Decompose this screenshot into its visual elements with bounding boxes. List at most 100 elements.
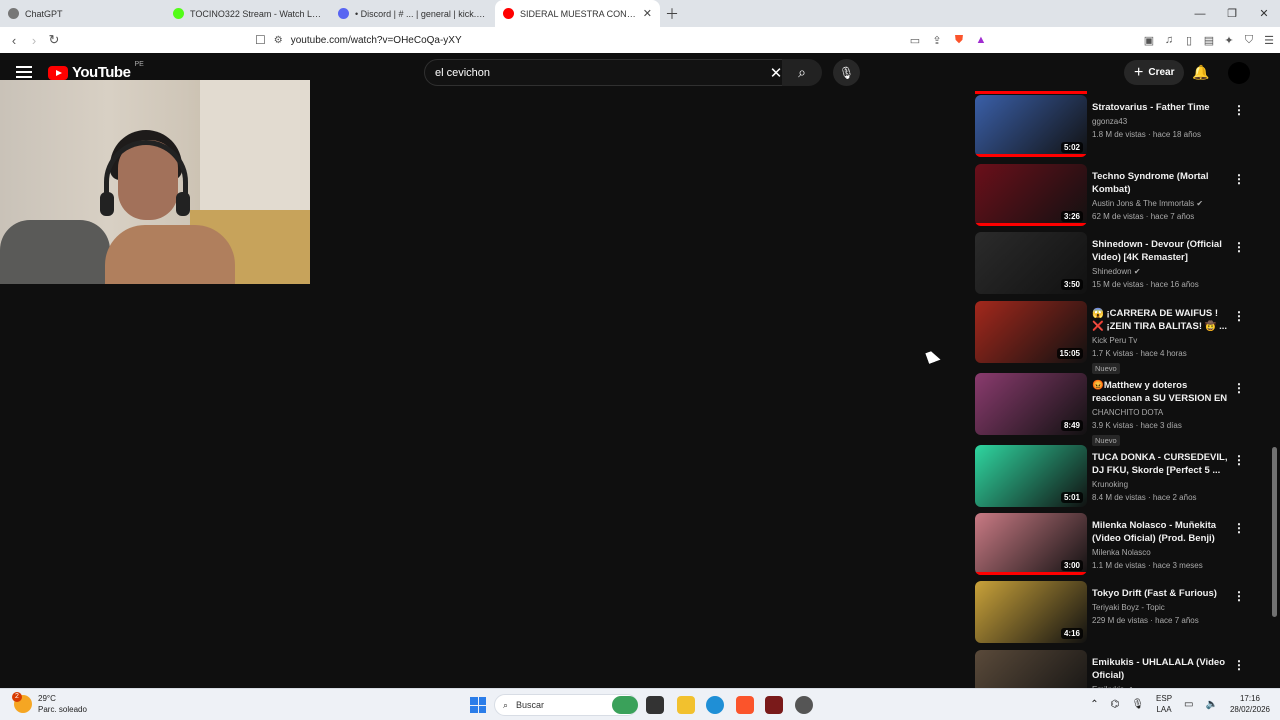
channel-name[interactable]: CHANCHITO DOTA bbox=[1092, 408, 1163, 417]
video-list-item[interactable]: 3:50 Shinedown - Devour (Official Video) … bbox=[975, 232, 1265, 296]
more-options-icon[interactable]: ⋮ bbox=[1233, 521, 1245, 535]
more-options-icon[interactable]: ⋮ bbox=[1233, 658, 1245, 672]
video-list-item[interactable]: 15:05 😱 ¡CARRERA DE WAIFUS ! ❌ ¡ZEIN TIRA… bbox=[975, 301, 1265, 374]
video-title[interactable]: Stratovarius - Father Time bbox=[1092, 101, 1232, 114]
avatar[interactable] bbox=[1228, 62, 1250, 84]
address-bar[interactable]: ☐ ⚙ youtube.com/watch?v=OHeCoQa-yXY bbox=[255, 30, 1000, 50]
video-thumbnail[interactable] bbox=[975, 650, 1087, 688]
notifications-bell-icon[interactable]: 🔔 bbox=[1192, 64, 1209, 81]
close-tab-icon[interactable]: ✕ bbox=[643, 7, 652, 20]
edge-icon[interactable] bbox=[706, 696, 724, 714]
new-tab-button[interactable]: ＋ bbox=[660, 0, 684, 27]
wallet-icon[interactable]: ▤ bbox=[1202, 33, 1216, 47]
video-title[interactable]: Techno Syndrome (Mortal Kombat) bbox=[1092, 170, 1232, 196]
tab-search-icon[interactable]: ▣ bbox=[1142, 33, 1156, 47]
close-window-icon[interactable]: ✕ bbox=[1248, 0, 1280, 27]
url-text[interactable]: youtube.com/watch?v=OHeCoQa-yXY bbox=[291, 35, 462, 46]
brave-icon[interactable] bbox=[736, 696, 754, 714]
clock[interactable]: 17:16 28/02/2026 bbox=[1230, 693, 1270, 715]
browser-tab[interactable]: ChatGPT bbox=[0, 0, 165, 27]
reload-icon[interactable]: ↻ bbox=[44, 27, 64, 53]
network-icon[interactable]: ⌬ bbox=[1111, 699, 1120, 710]
video-list-item[interactable]: 3:00 Milenka Nolasco - Muñekita (Video Of… bbox=[975, 513, 1265, 577]
sidebar-icon[interactable]: ▯ bbox=[1182, 33, 1196, 47]
video-list-item[interactable]: 5:02 Stratovarius - Father Time ggonza43 1.… bbox=[975, 95, 1265, 159]
video-thumbnail[interactable]: 15:05 bbox=[975, 301, 1087, 363]
display-icon[interactable]: ▭ bbox=[1184, 699, 1193, 710]
video-list-item[interactable]: 3:26 Techno Syndrome (Mortal Kombat) Austi… bbox=[975, 164, 1265, 228]
video-thumbnail[interactable]: 3:26 bbox=[975, 164, 1087, 226]
search-query[interactable]: el cevichon bbox=[435, 67, 763, 79]
more-options-icon[interactable]: ⋮ bbox=[1233, 103, 1245, 117]
mic-tray-icon[interactable]: 🎙 bbox=[1131, 699, 1144, 710]
video-thumbnail[interactable]: 8:49 bbox=[975, 373, 1087, 435]
view-count: 1.1 M de vistas bbox=[1092, 561, 1146, 570]
forward-icon[interactable]: › bbox=[24, 27, 44, 53]
weather-widget[interactable]: 2 29°C Parc. soleado bbox=[12, 692, 87, 715]
youtube-logo[interactable]: YouTube PE bbox=[48, 61, 144, 81]
video-title[interactable]: Milenka Nolasco - Muñekita (Video Oficia… bbox=[1092, 519, 1232, 545]
view-count: 1.8 M de vistas bbox=[1092, 130, 1146, 139]
language-indicator[interactable]: ESP LAA bbox=[1156, 693, 1172, 715]
task-view-icon[interactable] bbox=[646, 696, 664, 714]
video-thumbnail[interactable]: 5:02 bbox=[975, 95, 1087, 157]
video-thumbnail[interactable]: 4:16 bbox=[975, 581, 1087, 643]
guide-menu-icon[interactable] bbox=[16, 66, 32, 78]
obs-icon[interactable] bbox=[795, 696, 813, 714]
video-list-item[interactable]: Emikukis - UHLALALA (Video Oficial)Emiku… bbox=[975, 650, 1265, 688]
more-options-icon[interactable]: ⋮ bbox=[1233, 172, 1245, 186]
file-explorer-icon[interactable] bbox=[677, 696, 695, 714]
channel-name[interactable]: ggonza43 bbox=[1092, 117, 1127, 126]
start-menu-icon[interactable] bbox=[470, 697, 486, 713]
video-list-item[interactable]: 5:01 TUCA DONKA - CURSEDEVIL, DJ FKU, Sko… bbox=[975, 445, 1265, 509]
chevron-up-icon[interactable]: ⌃ bbox=[1090, 699, 1098, 710]
channel-name[interactable]: Teriyaki Boyz - Topic bbox=[1092, 603, 1165, 612]
minimize-icon[interactable]: — bbox=[1184, 0, 1216, 27]
browser-tab[interactable]: SIDERAL MUESTRA CONVERSACIÓN ✕ bbox=[495, 0, 660, 27]
video-thumbnail[interactable]: 3:50 bbox=[975, 232, 1087, 294]
widget-icon[interactable] bbox=[612, 696, 638, 714]
more-options-icon[interactable]: ⋮ bbox=[1233, 381, 1245, 395]
site-info-icon[interactable]: ⚙ bbox=[274, 35, 283, 46]
video-title[interactable]: Emikukis - UHLALALA (Video Oficial) bbox=[1092, 656, 1232, 682]
game-icon[interactable] bbox=[765, 696, 783, 714]
search-icon[interactable]: ⌕ bbox=[782, 59, 822, 86]
channel-name[interactable]: Kick Peru Tv bbox=[1092, 336, 1137, 345]
channel-name[interactable]: Milenka Nolasco bbox=[1092, 548, 1151, 557]
video-thumbnail[interactable]: 3:00 bbox=[975, 513, 1087, 575]
leo-icon[interactable]: ✦ bbox=[1222, 33, 1236, 47]
search-icon: ⌕ bbox=[503, 699, 509, 710]
video-thumbnail[interactable]: 5:01 bbox=[975, 445, 1087, 507]
channel-name[interactable]: Shinedown bbox=[1092, 267, 1132, 276]
microphone-icon[interactable]: 🎙 bbox=[833, 59, 860, 86]
back-icon[interactable]: ‹ bbox=[4, 27, 24, 53]
scrollbar-thumb[interactable] bbox=[1272, 447, 1277, 617]
more-options-icon[interactable]: ⋮ bbox=[1233, 309, 1245, 323]
search-input[interactable]: el cevichon ✕ bbox=[424, 59, 790, 86]
media-icon[interactable]: ♫ bbox=[1162, 33, 1176, 47]
create-button[interactable]: + Crear bbox=[1124, 60, 1185, 85]
video-title[interactable]: Shinedown - Devour (Official Video) [4K … bbox=[1092, 238, 1232, 264]
more-options-icon[interactable]: ⋮ bbox=[1233, 589, 1245, 603]
video-title[interactable]: 😱 ¡CARRERA DE WAIFUS ! ❌ ¡ZEIN TIRA BALI… bbox=[1092, 307, 1232, 333]
brave-shield-icon[interactable]: ⛊ bbox=[952, 33, 966, 47]
restore-icon[interactable]: ❐ bbox=[1216, 0, 1248, 27]
more-options-icon[interactable]: ⋮ bbox=[1233, 240, 1245, 254]
browser-tab[interactable]: • Discord | # ... | general | kick.com/k bbox=[330, 0, 495, 27]
menu-icon[interactable]: ☰ bbox=[1262, 33, 1276, 47]
share-icon[interactable]: ⇪ bbox=[930, 33, 944, 47]
video-list-item[interactable]: 4:16 Tokyo Drift (Fast & Furious) Teriyaki… bbox=[975, 581, 1265, 645]
more-options-icon[interactable]: ⋮ bbox=[1233, 453, 1245, 467]
video-list-item[interactable]: 8:49 😡Matthew y doteros reaccionan a SU V… bbox=[975, 373, 1265, 446]
cast-icon[interactable]: ▭ bbox=[908, 33, 922, 47]
channel-name[interactable]: Austin Jons & The Immortals bbox=[1092, 199, 1194, 208]
volume-icon[interactable]: 🔈 bbox=[1206, 699, 1218, 710]
video-title[interactable]: 😡Matthew y doteros reaccionan a SU VERSI… bbox=[1092, 379, 1232, 405]
video-title[interactable]: Tokyo Drift (Fast & Furious) bbox=[1092, 587, 1232, 600]
brave-rewards-icon[interactable]: ▲ bbox=[974, 33, 988, 47]
video-title[interactable]: TUCA DONKA - CURSEDEVIL, DJ FKU, Skorde … bbox=[1092, 451, 1232, 477]
channel-name[interactable]: Krunoking bbox=[1092, 480, 1128, 489]
vpn-icon[interactable]: ⛉ bbox=[1242, 33, 1256, 47]
bookmark-icon[interactable]: ☐ bbox=[255, 33, 266, 47]
browser-tab[interactable]: TOCINO322 Stream - Watch Live on Kick bbox=[165, 0, 330, 27]
